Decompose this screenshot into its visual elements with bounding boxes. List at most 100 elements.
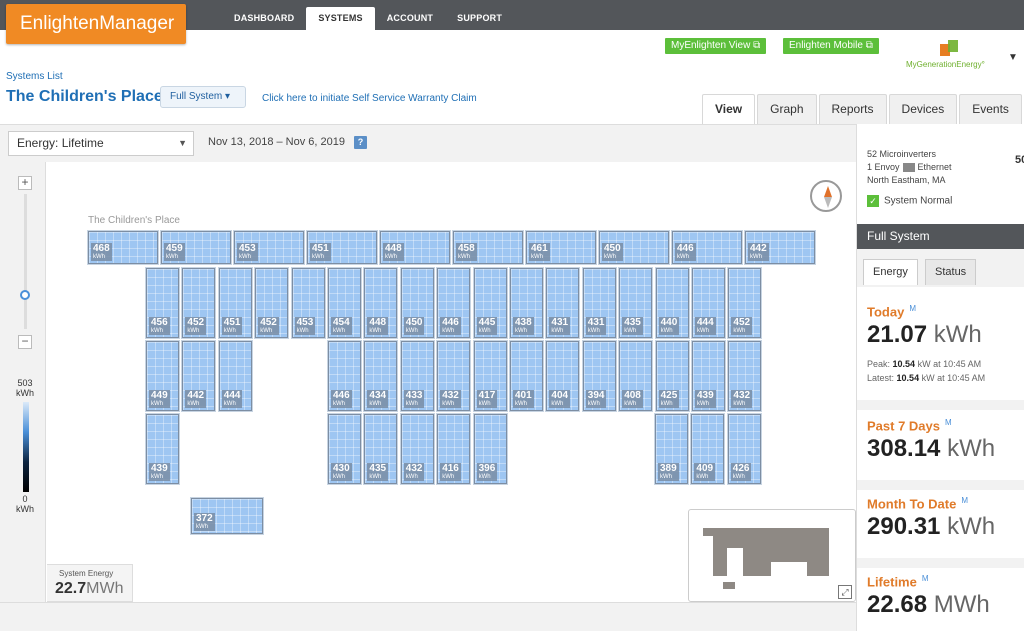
tab-reports[interactable]: Reports — [818, 94, 887, 124]
solar-panel[interactable]: 450 kWh — [599, 231, 669, 264]
solar-panel[interactable]: 446 kWh — [328, 341, 361, 411]
solar-panel[interactable]: 431 kWh — [546, 268, 580, 338]
solar-panel[interactable]: 450 kWh — [400, 268, 434, 338]
panel-energy-label: 432 kWh — [731, 390, 753, 408]
solar-panel[interactable]: 394 kWh — [582, 341, 616, 411]
tab-graph[interactable]: Graph — [757, 94, 817, 124]
panel-energy-label: 372 kWh — [194, 513, 215, 531]
panel-energy-label: 446 kWh — [331, 390, 352, 408]
solar-panel[interactable]: 445 kWh — [473, 268, 507, 338]
solar-panel[interactable]: 451 kWh — [307, 231, 377, 264]
help-icon[interactable]: ? — [354, 136, 367, 149]
minimap-row — [703, 528, 829, 536]
account-dropdown-icon[interactable]: ▼ — [1008, 52, 1018, 63]
solar-panel[interactable]: 468 kWh — [88, 231, 158, 264]
panel-energy-unit: kWh — [733, 328, 746, 334]
solar-panel[interactable]: 453 kWh — [291, 268, 325, 338]
solar-panel[interactable]: 448 kWh — [380, 231, 450, 264]
zoom-out-button[interactable]: − — [18, 335, 32, 349]
solar-panel[interactable]: 442 kWh — [745, 231, 815, 264]
solar-panel[interactable]: 417 kWh — [473, 341, 507, 411]
expand-minimap-icon[interactable]: ⤢ — [838, 585, 852, 599]
legend-min-value: 0 — [22, 494, 28, 504]
solar-panel[interactable]: 431 kWh — [582, 268, 616, 338]
enlighten-mobile-button[interactable]: Enlighten Mobile ⧉ — [783, 38, 879, 54]
nav-account[interactable]: ACCOUNT — [375, 7, 445, 30]
solar-panel[interactable]: 425 kWh — [655, 341, 689, 411]
solar-panel[interactable]: 440 kWh — [655, 268, 689, 338]
zoom-slider-track[interactable] — [24, 194, 27, 329]
solar-panel[interactable]: 446 kWh — [437, 268, 471, 338]
zoom-in-button[interactable]: + — [18, 176, 32, 190]
solar-panel[interactable]: 433 kWh — [400, 341, 434, 411]
solar-panel[interactable]: 444 kWh — [218, 341, 252, 411]
solar-panel[interactable]: 432 kWh — [400, 414, 434, 484]
solar-panel[interactable]: 449 kWh — [146, 341, 179, 411]
solar-panel[interactable]: 451 kWh — [218, 268, 252, 338]
warranty-claim-link[interactable]: Click here to initiate Self Service Warr… — [262, 93, 477, 104]
solar-panel[interactable]: 404 kWh — [546, 341, 580, 411]
solar-panel[interactable]: 396 kWh — [473, 414, 507, 484]
tab-events[interactable]: Events — [959, 94, 1022, 124]
solar-panel[interactable]: 435 kWh — [364, 414, 398, 484]
solar-panel[interactable]: 444 kWh — [692, 268, 725, 338]
solar-panel[interactable]: 430 kWh — [328, 414, 361, 484]
compass-icon[interactable] — [810, 180, 842, 212]
zoom-slider-handle[interactable] — [20, 290, 30, 300]
tab-devices[interactable]: Devices — [888, 94, 958, 124]
solar-panel[interactable]: 434 kWh — [364, 341, 398, 411]
partner-logo[interactable]: MyGenerationEnergy° — [898, 40, 1008, 74]
solar-panel[interactable]: 453 kWh — [234, 231, 304, 264]
solar-panel[interactable]: 458 kWh — [453, 231, 523, 264]
solar-panel[interactable]: 442 kWh — [182, 341, 216, 411]
solar-panel[interactable]: 426 kWh — [727, 414, 761, 484]
panel-energy-unit: kWh — [458, 254, 470, 260]
tab-status[interactable]: Status — [925, 259, 977, 285]
solar-panel[interactable]: 438 kWh — [510, 268, 543, 338]
solar-panel[interactable]: 461 kWh — [526, 231, 596, 264]
solar-panel[interactable]: 448 kWh — [364, 268, 398, 338]
panel-energy-unit: kWh — [624, 328, 637, 334]
solar-panel[interactable]: 452 kWh — [728, 268, 762, 338]
solar-panel[interactable]: 454 kWh — [328, 268, 361, 338]
panel-energy-unit: kWh — [531, 254, 543, 260]
solar-panel[interactable]: 446 kWh — [672, 231, 742, 264]
solar-panel[interactable]: 401 kWh — [510, 341, 543, 411]
panel-energy-unit: kWh — [624, 401, 637, 407]
solar-panel[interactable]: 456 kWh — [146, 268, 179, 338]
myenlighten-view-button[interactable]: MyEnlighten View ⧉ — [665, 38, 767, 54]
solar-panel[interactable]: 439 kWh — [146, 414, 179, 484]
nav-systems[interactable]: SYSTEMS — [306, 7, 375, 30]
solar-panel[interactable]: 435 kWh — [619, 268, 653, 338]
energy-period-select[interactable]: Energy: Lifetime ▼ — [8, 131, 194, 156]
system-location: North Eastham, MA — [867, 175, 946, 185]
panel-energy-unit: kWh — [677, 254, 689, 260]
full-system-dropdown[interactable]: Full System ▾ — [160, 86, 246, 108]
tab-view[interactable]: View — [702, 94, 756, 124]
panel-energy-label: 453 kWh — [294, 317, 316, 335]
systems-list-link[interactable]: Systems List — [6, 71, 63, 82]
solar-panel[interactable]: 408 kWh — [619, 341, 653, 411]
solar-panel[interactable]: 439 kWh — [692, 341, 725, 411]
panel-energy-unit: kWh — [369, 474, 382, 480]
solar-panel[interactable]: 432 kWh — [437, 341, 471, 411]
enlighten-manager-logo[interactable]: EnlightenManager — [6, 4, 186, 44]
panel-energy-unit: kWh — [296, 328, 309, 334]
nav-support[interactable]: SUPPORT — [445, 7, 514, 30]
tab-energy[interactable]: Energy — [863, 259, 918, 285]
month-number: 290.31 — [867, 513, 941, 541]
solar-panel[interactable]: 432 kWh — [728, 341, 762, 411]
panel-energy-unit: kWh — [151, 474, 163, 480]
peak-value: 10.54 — [892, 359, 916, 370]
full-system-header: Full System — [857, 224, 1024, 249]
solar-panel[interactable]: 409 kWh — [691, 414, 725, 484]
nav-dashboard[interactable]: DASHBOARD — [222, 7, 306, 30]
solar-panel[interactable]: 459 kWh — [161, 231, 231, 264]
past7-title: Past 7 Days M — [867, 418, 1024, 433]
solar-panel[interactable]: 452 kWh — [182, 268, 216, 338]
solar-panel[interactable]: 452 kWh — [255, 268, 289, 338]
solar-panel[interactable]: 372 kWh — [191, 498, 263, 534]
minimap[interactable] — [688, 509, 856, 602]
solar-panel[interactable]: 389 kWh — [655, 414, 688, 484]
solar-panel[interactable]: 416 kWh — [437, 414, 471, 484]
